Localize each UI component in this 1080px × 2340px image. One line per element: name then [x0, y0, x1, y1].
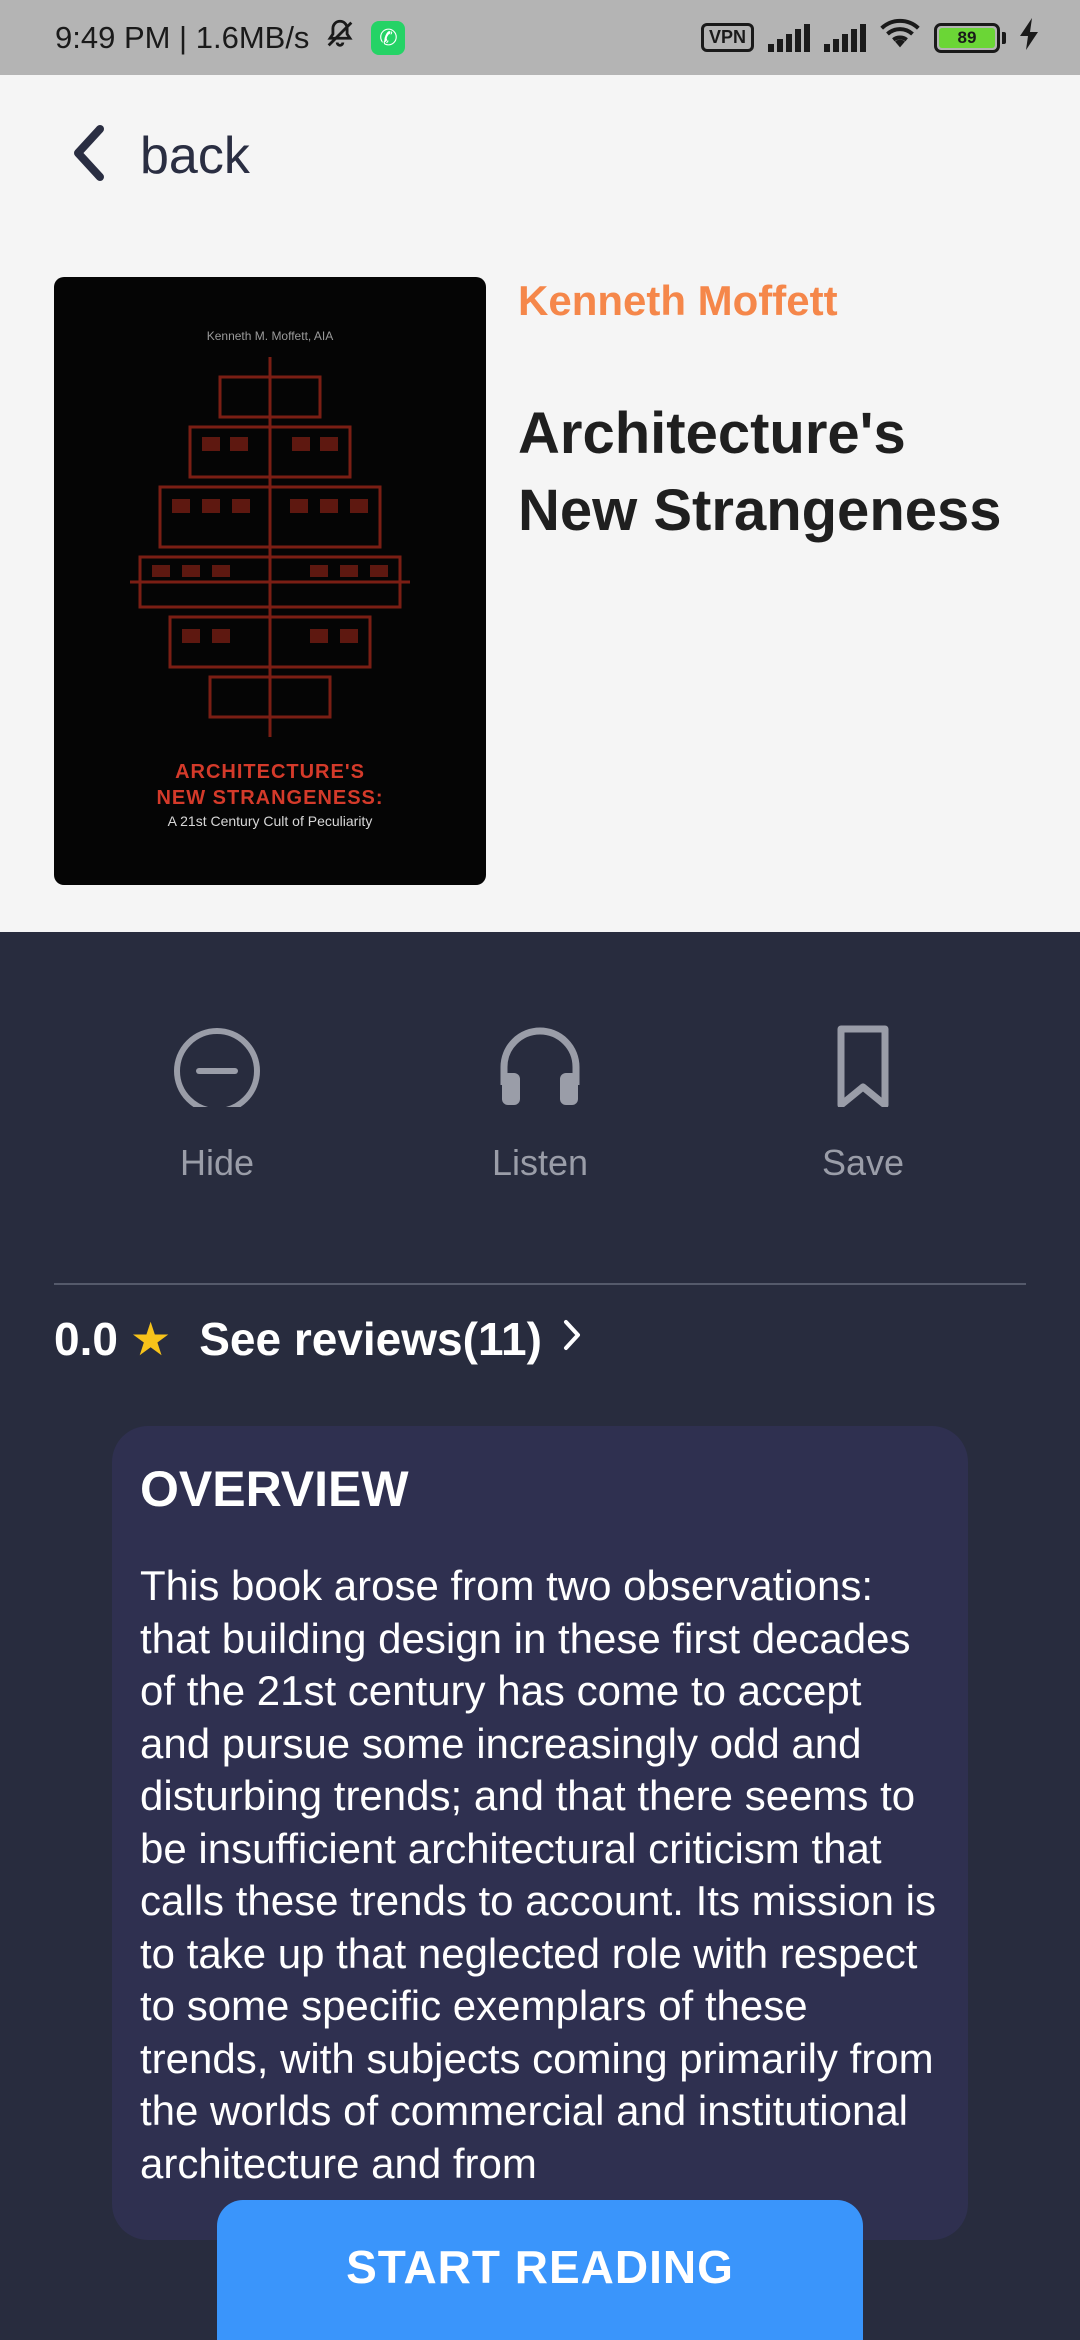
chevron-right-icon [562, 1317, 582, 1362]
rating-row[interactable]: 0.0 ★ See reviews(11) [54, 1312, 582, 1366]
hide-button[interactable]: Hide [107, 1015, 327, 1184]
author-name[interactable]: Kenneth Moffett [518, 277, 838, 325]
cover-title-line2: NEW STRANGENESS: [156, 787, 384, 809]
whatsapp-icon: ✆ [371, 20, 406, 55]
save-label: Save [821, 1142, 905, 1183]
status-bar: 9:49 PM | 1.6MB/s ✆ VPN 89 [0, 0, 1080, 75]
signal-icon [768, 23, 810, 52]
battery-level: 89 [939, 27, 995, 48]
listen-button[interactable]: Listen [430, 1015, 650, 1184]
divider [54, 1283, 1026, 1285]
book-header: back Kenneth M. Moffett, AIA ARCHITECTUR… [0, 75, 1080, 932]
cover-subtitle: A 21st Century Cult of Peculiarity [167, 813, 373, 829]
battery-icon: 89 [934, 22, 1006, 53]
signal-icon-2 [824, 23, 866, 52]
chevron-left-icon [70, 123, 110, 188]
status-time-speed: 9:49 PM | 1.6MB/s [55, 19, 310, 55]
save-button[interactable]: Save [753, 1015, 973, 1184]
charging-icon [1020, 17, 1040, 58]
book-cover: Kenneth M. Moffett, AIA ARCHITECTURE'S N… [54, 277, 486, 885]
wifi-icon [880, 18, 920, 58]
minus-circle-icon [171, 1015, 263, 1114]
cover-art [130, 357, 410, 737]
vpn-badge: VPN [700, 23, 754, 52]
cover-title-line1: ARCHITECTURE'S [175, 761, 365, 783]
overview-text: This book arose from two observations: t… [140, 1562, 937, 2187]
bookmark-icon [817, 1015, 909, 1112]
start-reading-button[interactable]: START READING [217, 2200, 863, 2340]
hide-label: Hide [179, 1142, 255, 1183]
cover-title: ARCHITECTURE'S NEW STRANGENESS: [54, 759, 486, 811]
rating-score: 0.0 [54, 1313, 118, 1365]
back-label: back [140, 126, 250, 185]
overview-card: OVERVIEW This book arose from two observ… [112, 1426, 968, 2240]
headphones-icon [494, 1015, 586, 1112]
cover-author: Kenneth M. Moffett, AIA [206, 329, 334, 343]
listen-label: Listen [491, 1142, 589, 1183]
muted-bell-icon [323, 17, 357, 59]
status-left: 9:49 PM | 1.6MB/s ✆ [55, 17, 406, 59]
see-reviews-link[interactable]: See reviews(11) [199, 1312, 542, 1366]
back-button[interactable]: back [70, 123, 250, 188]
status-right: VPN 89 [700, 17, 1040, 58]
overview-heading: OVERVIEW [140, 1461, 409, 1517]
book-title: Architecture's New Strangeness [518, 401, 1002, 543]
star-icon: ★ [129, 1313, 172, 1365]
action-row: Hide Listen Save [0, 1015, 1080, 1215]
